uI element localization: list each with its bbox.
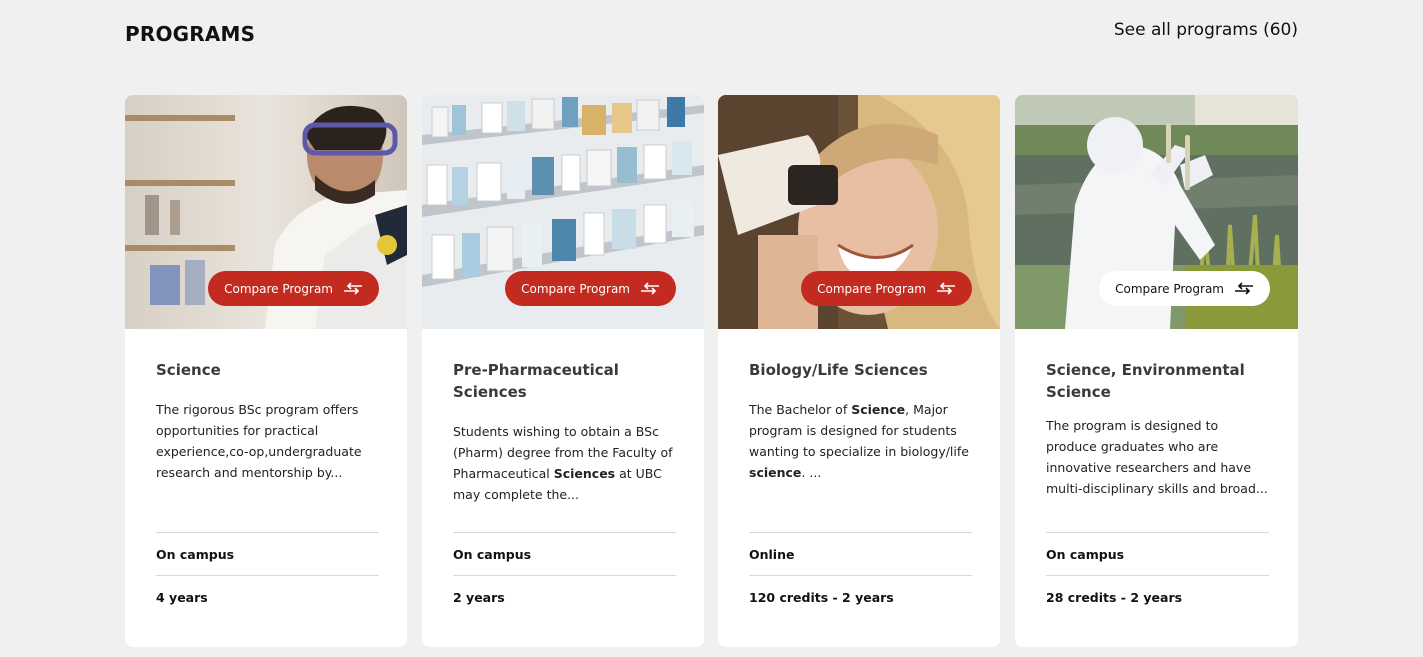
program-delivery-mode: Online bbox=[749, 532, 972, 575]
compare-program-button[interactable]: Compare Program bbox=[505, 271, 676, 306]
desc-highlight: science bbox=[749, 465, 802, 480]
see-all-programs-link[interactable]: See all programs (60) bbox=[1114, 20, 1298, 40]
program-meta: On campus 4 years bbox=[156, 532, 379, 618]
programs-header: PROGRAMS See all programs (60) bbox=[125, 20, 1298, 50]
program-delivery-mode: On campus bbox=[156, 532, 379, 575]
program-description: The rigorous BSc program offers opportun… bbox=[156, 402, 362, 480]
compare-program-button[interactable]: Compare Program bbox=[208, 271, 379, 306]
page-title: PROGRAMS bbox=[125, 22, 256, 46]
program-title: Pre-Pharmaceutical Sciences bbox=[453, 361, 619, 401]
program-description: Students wishing to obtain a BSc (Pharm)… bbox=[453, 421, 676, 505]
card-body: Science The rigorous BSc program offers … bbox=[156, 359, 379, 483]
compare-program-label: Compare Program bbox=[817, 281, 926, 296]
program-duration: 4 years bbox=[156, 575, 379, 618]
compare-program-button[interactable]: Compare Program bbox=[801, 271, 972, 306]
program-image-pharmacy-shelves: Compare Program bbox=[422, 95, 704, 329]
program-image-field-sampling: Compare Program bbox=[1015, 95, 1298, 329]
card-body: Pre-Pharmaceutical Sciences Students wis… bbox=[453, 359, 676, 505]
program-duration: 28 credits - 2 years bbox=[1046, 575, 1269, 618]
program-meta: On campus 28 credits - 2 years bbox=[1046, 532, 1269, 618]
program-duration: 120 credits - 2 years bbox=[749, 575, 972, 618]
card-body: Biology/Life Sciences The Bachelor of Sc… bbox=[749, 359, 972, 483]
program-cards: Compare Program Science The rigorous BSc… bbox=[125, 95, 1298, 647]
desc-highlight: Science bbox=[851, 402, 906, 417]
desc-text: The Bachelor of bbox=[749, 402, 852, 417]
program-title: Science bbox=[156, 361, 221, 379]
program-title: Science, Environmental Science bbox=[1046, 361, 1245, 401]
program-title: Biology/Life Sciences bbox=[749, 361, 928, 379]
program-delivery-mode: On campus bbox=[1046, 532, 1269, 575]
compare-program-label: Compare Program bbox=[1115, 281, 1224, 296]
program-card-science[interactable]: Compare Program Science The rigorous BSc… bbox=[125, 95, 407, 647]
program-delivery-mode: On campus bbox=[453, 532, 676, 575]
compare-program-button[interactable]: Compare Program bbox=[1099, 271, 1270, 306]
compare-program-label: Compare Program bbox=[521, 281, 630, 296]
program-meta: Online 120 credits - 2 years bbox=[749, 532, 972, 618]
card-body: Science, Environmental Science The progr… bbox=[1046, 359, 1269, 499]
compare-program-label: Compare Program bbox=[224, 281, 333, 296]
compare-arrows-icon bbox=[936, 281, 956, 296]
desc-text: . ... bbox=[801, 465, 822, 480]
program-card-biology-life-sciences[interactable]: Compare Program Biology/Life Sciences Th… bbox=[718, 95, 1000, 647]
program-description: The program is designed to produce gradu… bbox=[1046, 418, 1268, 496]
program-card-pre-pharmaceutical-sciences[interactable]: Compare Program Pre-Pharmaceutical Scien… bbox=[422, 95, 704, 647]
compare-arrows-icon bbox=[343, 281, 363, 296]
program-duration: 2 years bbox=[453, 575, 676, 618]
desc-highlight: Sciences bbox=[553, 466, 616, 481]
program-image-student-microscope: Compare Program bbox=[718, 95, 1000, 329]
program-image-lab-student: Compare Program bbox=[125, 95, 407, 329]
program-card-environmental-science[interactable]: Compare Program Science, Environmental S… bbox=[1015, 95, 1298, 647]
program-description: The Bachelor of Science, Major program i… bbox=[749, 399, 972, 483]
program-meta: On campus 2 years bbox=[453, 532, 676, 618]
compare-arrows-icon bbox=[640, 281, 660, 296]
compare-arrows-icon bbox=[1234, 281, 1254, 296]
